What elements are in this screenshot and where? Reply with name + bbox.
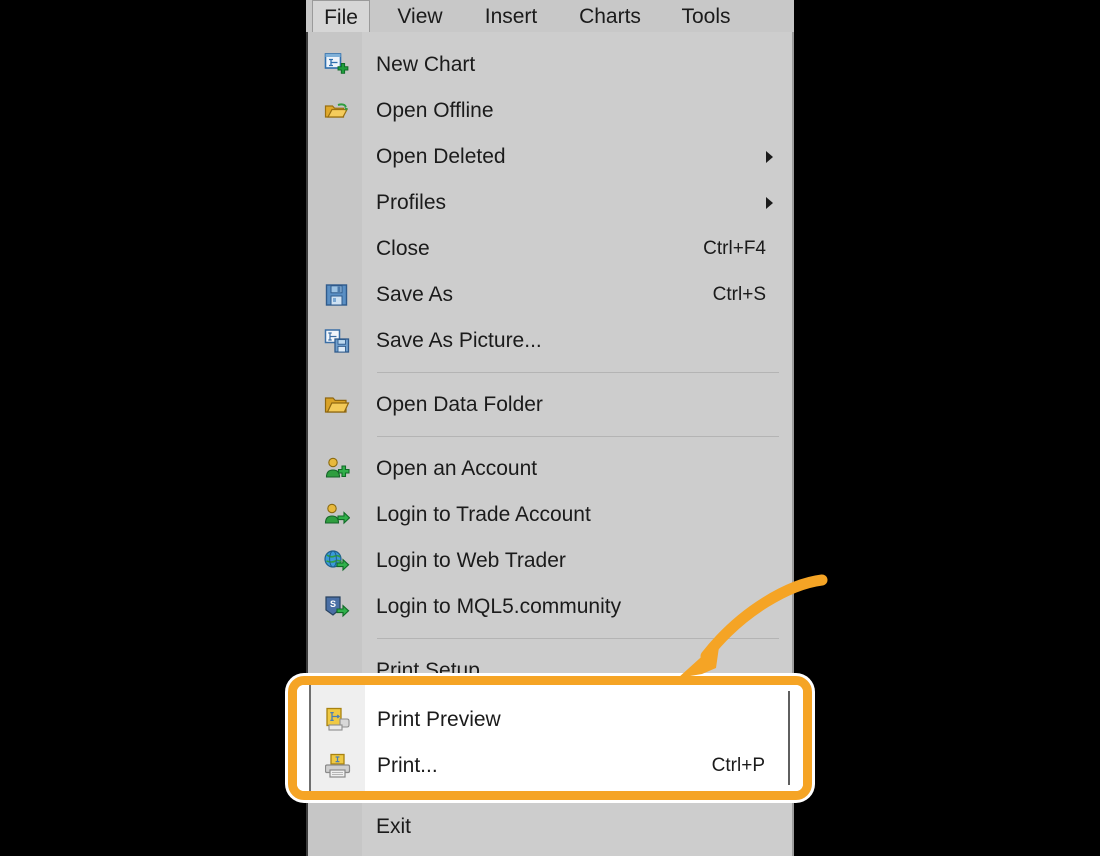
menu-item-label: New Chart bbox=[376, 53, 476, 76]
menu-item-save-as-picture[interactable]: Save As Picture... bbox=[308, 318, 792, 364]
menu-item-login-to-mql5-community[interactable]: S Login to MQL5.community bbox=[308, 584, 792, 630]
menu-item-label: Open Deleted bbox=[376, 145, 506, 168]
web-trader-icon bbox=[324, 548, 350, 574]
menu-item-login-to-trade-account[interactable]: Login to Trade Account bbox=[308, 492, 792, 538]
mql5-community-icon: S bbox=[324, 594, 350, 620]
menu-item-label: Login to Web Trader bbox=[376, 549, 566, 572]
menu-item-label: Open Offline bbox=[376, 99, 494, 122]
highlight-callout-print-options: Print Preview Print... Ctrl+P bbox=[288, 676, 812, 800]
menu-item-label: Print Preview bbox=[377, 708, 501, 731]
open-offline-icon bbox=[324, 98, 350, 124]
menubar-item-file[interactable]: File bbox=[312, 0, 370, 33]
menu-item-label: Profiles bbox=[376, 191, 447, 214]
folder-icon bbox=[324, 392, 350, 418]
menu-item-label: Login to MQL5.community bbox=[376, 595, 622, 618]
menu-item-close[interactable]: Close Ctrl+F4 bbox=[308, 226, 792, 272]
print-icon bbox=[325, 753, 351, 779]
new-chart-icon bbox=[324, 52, 350, 78]
menu-item-label: Save As bbox=[376, 283, 454, 306]
menu-item-label: Exit bbox=[376, 815, 412, 838]
menu-item-open-data-folder[interactable]: Open Data Folder bbox=[308, 382, 792, 428]
menu-separator bbox=[377, 638, 779, 639]
menu-item-shortcut: Ctrl+S bbox=[712, 284, 766, 305]
menu-item-open-an-account[interactable]: Open an Account bbox=[308, 446, 792, 492]
menu-item-shortcut: Ctrl+F4 bbox=[703, 238, 766, 259]
menu-item-label: Close bbox=[376, 237, 430, 260]
menu-item-save-as[interactable]: Save As Ctrl+S bbox=[308, 272, 792, 318]
menu-bar: File View Insert Charts Tools bbox=[306, 0, 794, 33]
save-as-icon bbox=[324, 282, 350, 308]
menubar-item-view[interactable]: View bbox=[382, 0, 458, 33]
submenu-chevron-right-icon bbox=[766, 197, 773, 209]
menu-item-shortcut: Ctrl+P bbox=[711, 755, 765, 776]
menu-separator bbox=[377, 436, 779, 437]
menu-item-open-offline[interactable]: Open Offline bbox=[308, 88, 792, 134]
menu-item-print[interactable]: Print... Ctrl+P bbox=[309, 743, 793, 789]
menu-item-open-deleted[interactable]: Open Deleted bbox=[308, 134, 792, 180]
menu-item-new-chart[interactable]: New Chart bbox=[308, 42, 792, 88]
menu-separator bbox=[377, 372, 779, 373]
menu-item-label: Open Data Folder bbox=[376, 393, 543, 416]
login-trade-icon bbox=[324, 502, 350, 528]
menu-item-profiles[interactable]: Profiles bbox=[308, 180, 792, 226]
menu-item-exit[interactable]: Exit bbox=[308, 804, 792, 850]
submenu-chevron-right-icon bbox=[766, 151, 773, 163]
callout-inner-panel: Print Preview Print... Ctrl+P bbox=[297, 685, 803, 791]
save-as-picture-icon bbox=[324, 328, 350, 354]
print-preview-icon bbox=[325, 707, 351, 733]
menu-item-label: Login to Trade Account bbox=[376, 503, 591, 526]
menu-item-label: Save As Picture... bbox=[376, 329, 542, 352]
menubar-item-insert[interactable]: Insert bbox=[468, 0, 554, 33]
menu-item-login-to-web-trader[interactable]: Login to Web Trader bbox=[308, 538, 792, 584]
menubar-item-tools[interactable]: Tools bbox=[666, 0, 746, 33]
menu-item-label: Open an Account bbox=[376, 457, 538, 480]
menubar-item-charts[interactable]: Charts bbox=[564, 0, 656, 33]
open-account-icon bbox=[324, 456, 350, 482]
svg-text:S: S bbox=[330, 599, 336, 609]
menu-item-label: Print... bbox=[377, 754, 438, 777]
menu-item-print-preview[interactable]: Print Preview bbox=[309, 697, 793, 743]
